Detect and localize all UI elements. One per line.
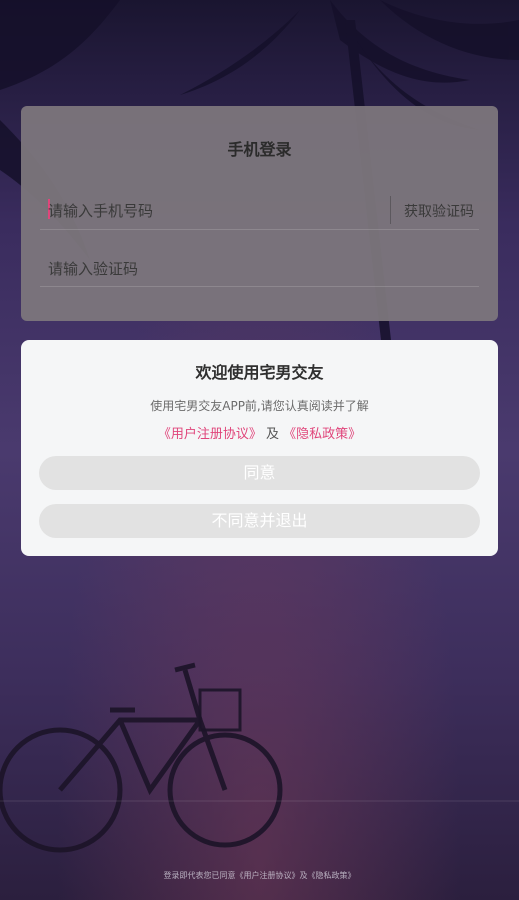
horizon-line [0,800,519,802]
welcome-dialog: 欢迎使用宅男交友 使用宅男交友APP前,请您认真阅读并了解 《用户注册协议》 及… [21,340,498,556]
agreement-links: 《用户注册协议》 及 《隐私政策》 [21,423,498,442]
privacy-policy-link[interactable]: 《隐私政策》 [283,427,361,442]
phone-input[interactable]: 请输入手机号码 [48,200,348,221]
code-input[interactable]: 请输入验证码 [48,258,138,279]
login-card: 手机登录 请输入手机号码 获取验证码 请输入验证码 [21,106,498,321]
login-title: 手机登录 [227,140,292,159]
footer-agreement-text: 登录即代表您已同意《用户注册协议》及《隐私政策》 [163,871,356,880]
get-code-button[interactable]: 获取验证码 [404,201,474,221]
phone-underline [40,229,479,230]
agree-button[interactable]: 同意 [39,456,480,490]
disagree-exit-button[interactable]: 不同意并退出 [39,504,480,538]
and-text: 及 [265,427,279,442]
dialog-title: 欢迎使用宅男交友 [195,363,324,382]
user-agreement-link[interactable]: 《用户注册协议》 [158,427,262,442]
dialog-message: 使用宅男交友APP前,请您认真阅读并了解 [150,399,369,413]
input-divider [390,196,391,224]
code-underline [40,286,479,287]
bicycle-silhouette [0,662,283,853]
